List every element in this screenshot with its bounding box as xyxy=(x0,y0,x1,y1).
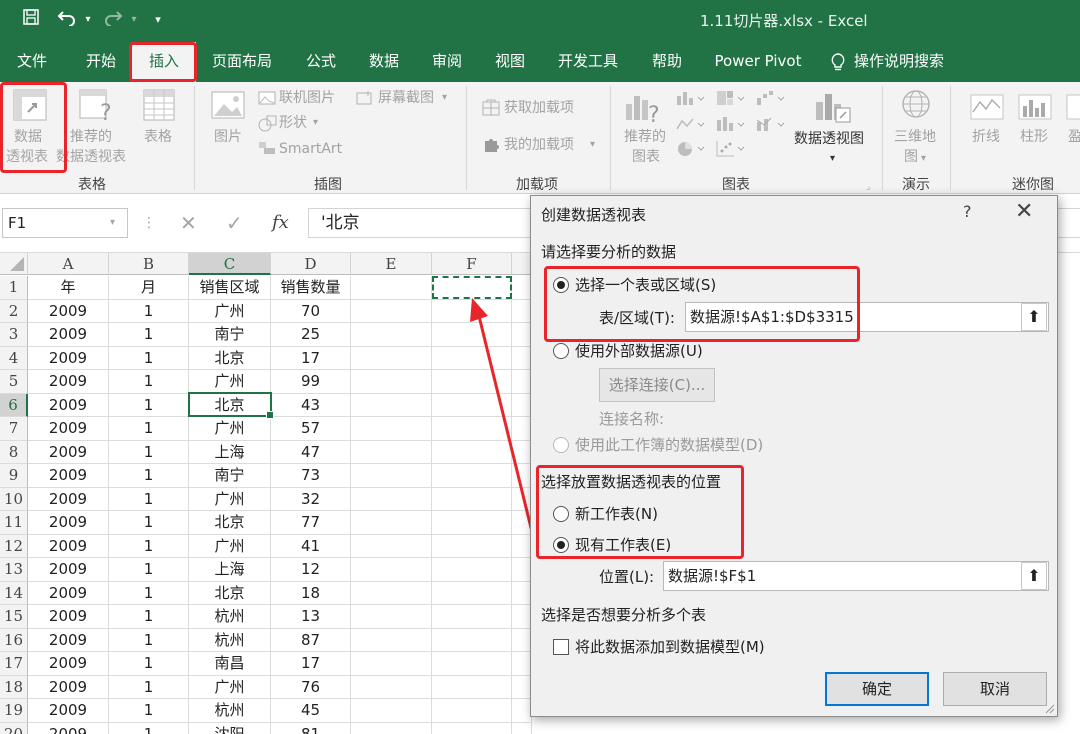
location-collapse-icon[interactable]: ⬆ xyxy=(1021,562,1047,590)
excel-window: ▾ ▾ ▾ 1.11切片器.xlsx - Excel 文件 开始 插入 页面布局… xyxy=(0,0,1080,734)
add-to-data-model-checkbox[interactable] xyxy=(553,639,569,655)
close-icon[interactable]: ✕ xyxy=(1015,199,1033,225)
choose-connection-button[interactable]: 选择连接(C)... xyxy=(599,368,715,402)
highlight-table-range-option xyxy=(544,266,860,342)
radio-data-model-label[interactable]: 使用此工作簿的数据模型(D) xyxy=(575,435,763,455)
section-multiple-tables: 选择是否想要分析多个表 xyxy=(541,606,707,624)
cancel-button[interactable]: 取消 xyxy=(943,672,1047,706)
radio-data-model[interactable] xyxy=(553,437,569,453)
highlight-location-option xyxy=(536,465,744,559)
ok-button[interactable]: 确定 xyxy=(825,672,929,706)
section-choose-data: 请选择要分析的数据 xyxy=(541,243,677,261)
dialog-title: 创建数据透视表 xyxy=(541,206,647,224)
location-label: 位置(L): xyxy=(599,568,655,586)
range-collapse-icon[interactable]: ⬆ xyxy=(1021,303,1047,331)
connection-name-label: 连接名称: xyxy=(599,410,665,428)
add-to-data-model-label[interactable]: 将此数据添加到数据模型(M) xyxy=(575,637,765,657)
resize-grip-icon[interactable] xyxy=(1045,704,1055,714)
help-icon[interactable]: ? xyxy=(963,202,972,221)
radio-external[interactable] xyxy=(553,343,569,359)
location-input[interactable]: 数据源!$F$1 xyxy=(663,561,1049,591)
radio-external-label[interactable]: 使用外部数据源(U) xyxy=(575,341,703,361)
